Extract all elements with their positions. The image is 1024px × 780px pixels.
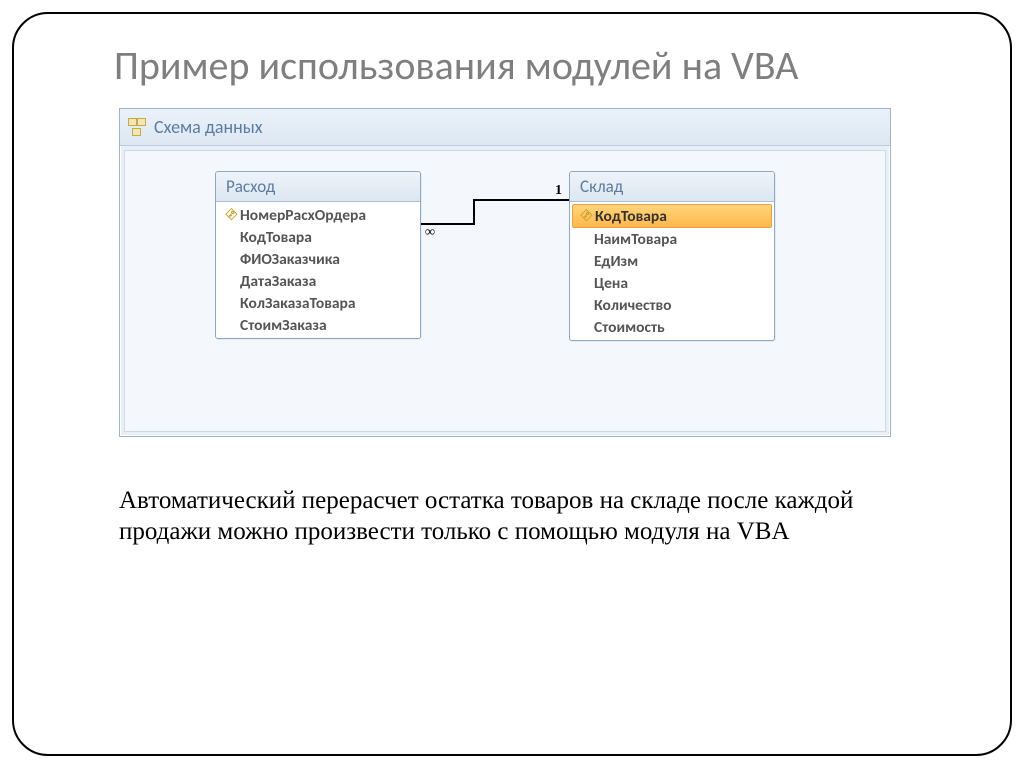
field-row[interactable]: Количество <box>570 294 774 316</box>
slide-caption: Автоматический перерасчет остатка товаро… <box>119 485 915 548</box>
slide-frame: Пример использования модулей на VBA Схем… <box>12 12 1012 756</box>
relationship-line[interactable] <box>473 199 569 201</box>
field-name: КодТовара <box>240 228 312 247</box>
field-list: ⚿НомерРасхОрдера КодТовара ФИОЗаказчика Дат… <box>216 202 420 338</box>
primary-key-icon: ⚿ <box>222 208 240 222</box>
field-list: ⚿КодТовара НаимТовара ЕдИзм Цена Количество С… <box>570 202 774 340</box>
primary-key-icon: ⚿ <box>577 209 595 223</box>
field-name: ФИОЗаказчика <box>240 250 340 269</box>
field-name: СтоимЗаказа <box>240 316 327 335</box>
table-box-sklad[interactable]: Склад ⚿КодТовара НаимТовара ЕдИзм Цена Колич… <box>569 171 775 341</box>
relationships-canvas[interactable]: Расход ⚿НомерРасхОрдераКодТовараФИОЗаказ… <box>124 150 886 432</box>
field-row[interactable]: ⚿КодТовара <box>572 204 772 228</box>
field-row[interactable]: СтоимЗаказа <box>216 314 420 336</box>
field-row[interactable]: ЕдИзм <box>570 250 774 272</box>
relationships-icon <box>128 118 146 136</box>
field-name: НомерРасхОрдера <box>240 206 366 225</box>
field-name: КолЗаказаТовара <box>240 294 356 313</box>
table-header: Склад <box>570 172 774 202</box>
window-title-text: Схема данных <box>154 116 263 138</box>
field-row[interactable]: ДатаЗаказа <box>216 270 420 292</box>
field-row[interactable]: Цена <box>570 272 774 294</box>
field-row[interactable]: НаимТовара <box>570 228 774 250</box>
field-row[interactable]: ⚿НомерРасхОрдера <box>216 204 420 226</box>
relationship-one-label: 1 <box>555 183 562 199</box>
field-name: Количество <box>594 296 672 315</box>
field-row[interactable]: КолЗаказаТовара <box>216 292 420 314</box>
field-row[interactable]: КодТовара <box>216 226 420 248</box>
field-name: КодТовара <box>595 207 667 226</box>
relationship-line[interactable] <box>473 199 475 225</box>
field-row[interactable]: ФИОЗаказчика <box>216 248 420 270</box>
table-box-raskhod[interactable]: Расход ⚿НомерРасхОрдера КодТовара ФИОЗаказ… <box>215 171 421 339</box>
table-header: Расход <box>216 172 420 202</box>
key-icon: ⚿ <box>578 208 594 224</box>
slide-title: Пример использования модулей на VBA <box>114 42 910 90</box>
window-titlebar: Схема данных <box>120 109 890 146</box>
field-row[interactable]: Стоимость <box>570 316 774 338</box>
field-name: ДатаЗаказа <box>240 272 316 291</box>
field-name: НаимТовара <box>594 230 677 249</box>
relationships-window: Схема данных Расход ⚿НомерРасхОрдераКодТ… <box>119 108 891 437</box>
field-name: Цена <box>594 274 628 293</box>
relationship-many-label: ∞ <box>425 225 435 241</box>
field-name: Стоимость <box>594 318 665 337</box>
key-icon: ⚿ <box>223 207 239 223</box>
field-name: ЕдИзм <box>594 252 638 271</box>
